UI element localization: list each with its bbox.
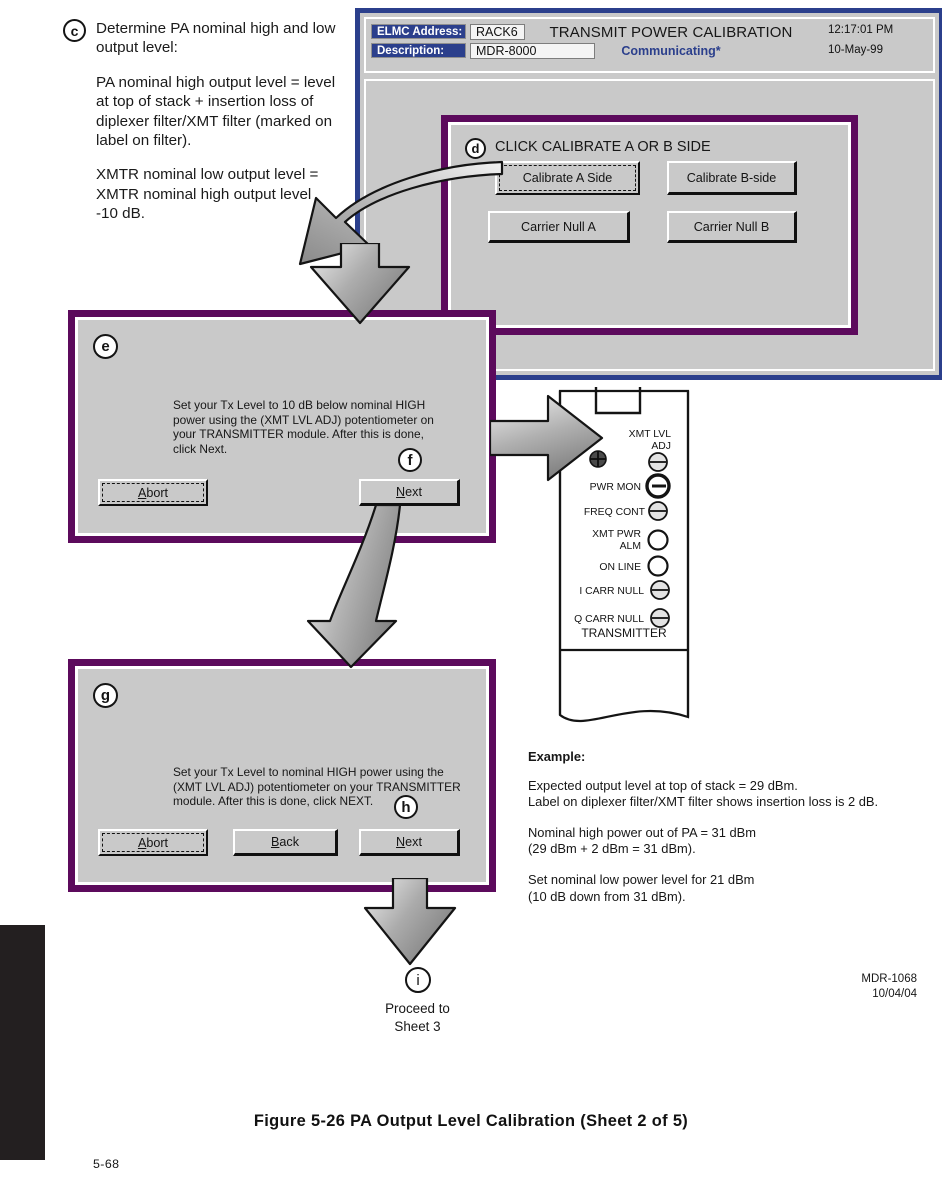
example-title: Example: <box>528 749 586 764</box>
q-carr-null-label: Q CARR NULL <box>574 614 644 625</box>
abort-button[interactable]: Abort <box>98 479 208 506</box>
elmc-address-label: ELMC Address: <box>371 24 466 39</box>
carrier-null-b-button[interactable]: Carrier Null B <box>667 211 797 243</box>
xmt-pwr-alm-led <box>647 529 669 551</box>
button-label: Abort <box>137 835 169 850</box>
freq-cont-label: FREQ CONT <box>584 507 646 518</box>
on-line-led <box>647 555 669 577</box>
communication-status: Communicating* <box>621 44 721 58</box>
calibrate-b-side-button[interactable]: Calibrate B-side <box>667 161 797 195</box>
on-line-label: ON LINE <box>599 562 641 573</box>
proceed-to-sheet-label: Proceed to Sheet 3 <box>385 1001 450 1034</box>
example-paragraph: Expected output level at top of stack = … <box>528 777 879 810</box>
example-paragraph: Nominal high power out of PA = 31 dBm (2… <box>528 824 756 857</box>
elmc-address-value[interactable]: RACK6 <box>470 24 525 40</box>
dialog-d-title: CLICK CALIBRATE A OR B SIDE <box>495 139 711 155</box>
callout-i: i <box>405 967 431 993</box>
figure-caption: Figure 5-26 PA Output Level Calibration … <box>253 1112 689 1130</box>
document-id: MDR-1068 10/04/04 <box>861 973 917 1000</box>
transmitter-module-name: TRANSMITTER <box>581 626 667 640</box>
button-label: Abort <box>137 485 169 500</box>
callout-g: g <box>93 683 118 708</box>
dialog-g-instruction: Set your Tx Level to nominal HIGH power … <box>173 765 461 809</box>
arrow-down-to-dialog-e <box>309 243 411 325</box>
button-label: Next <box>396 835 422 849</box>
xmt-pwr-alm-label-line2: ALM <box>620 541 641 552</box>
page-number: 5-68 <box>93 1157 120 1171</box>
i-carr-null-label: I CARR NULL <box>579 586 644 597</box>
button-label: Calibrate A Side <box>522 171 613 185</box>
step-c-paragraph: PA nominal high output level = level at … <box>96 73 336 150</box>
back-button[interactable]: Back <box>233 829 338 856</box>
arrow-down-to-sheet-3 <box>363 878 457 966</box>
xmt-lvl-label-line1: XMT LVL <box>629 429 672 440</box>
next-button[interactable]: Next <box>359 829 460 856</box>
button-label: Calibrate B-side <box>686 170 777 185</box>
description-label: Description: <box>371 43 466 58</box>
example-text-block: Example: Expected output level at top of… <box>528 749 928 905</box>
xmt-pwr-alm-label-line1: XMT PWR <box>592 529 641 540</box>
callout-h: h <box>394 795 418 819</box>
arrow-right-to-transmitter <box>490 394 604 482</box>
pwr-mon-label: PWR MON <box>590 482 641 493</box>
callout-c: c <box>63 19 86 42</box>
example-paragraph: Set nominal low power level for 21 dBm (… <box>528 871 755 904</box>
callout-f: f <box>398 448 422 472</box>
button-label: Next <box>396 485 422 499</box>
button-label: Carrier Null B <box>693 219 770 234</box>
callout-e: e <box>93 334 118 359</box>
abort-button[interactable]: Abort <box>98 829 208 856</box>
callout-d: d <box>465 138 486 159</box>
dialog-set-high-power: g Set your Tx Level to nominal HIGH powe… <box>68 659 496 892</box>
window-title: TRANSMIT POWER CALIBRATION <box>549 24 793 41</box>
arrow-next-to-dialog-g <box>306 505 402 669</box>
window-header: ELMC Address: RACK6 Description: MDR-800… <box>364 17 935 73</box>
clock-time: 12:17:01 PM <box>828 24 894 36</box>
xmt-lvl-label-line2: ADJ <box>651 441 671 452</box>
clock-date: 10-May-99 <box>828 44 883 56</box>
step-c-paragraph: Determine PA nominal high and low output… <box>96 20 336 57</box>
next-button[interactable]: Next <box>359 479 460 506</box>
button-label: Back <box>270 835 299 849</box>
